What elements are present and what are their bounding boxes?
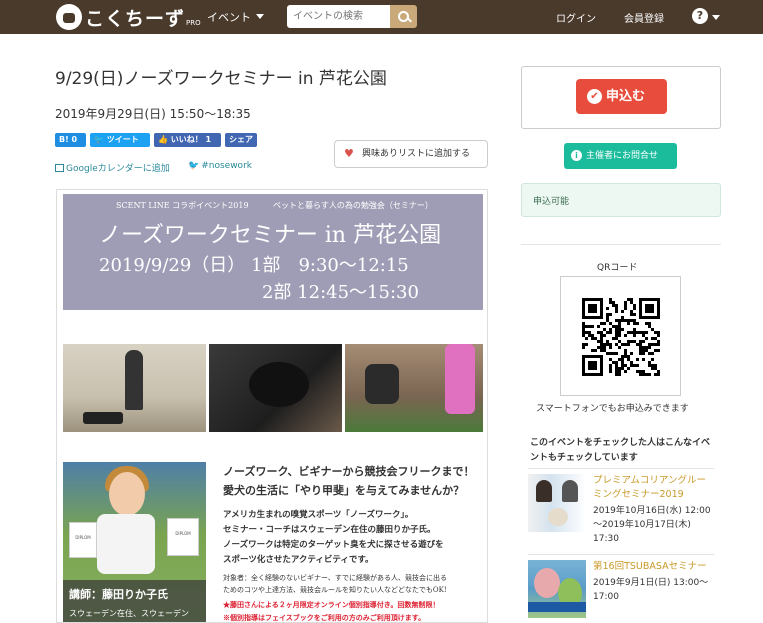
poster-banner: SCENT LINE コラボイベント2019 ペットと暮らす人の為の勉強会（セミ… — [63, 194, 483, 331]
qr-code-label: QRコード — [597, 263, 638, 273]
facebook-share-button[interactable]: シェア — [225, 133, 257, 147]
poster-header-right: ペットと暮らす人の為の勉強会（セミナー） — [273, 201, 433, 210]
gcal-label: Googleカレンダーに追加 — [66, 164, 170, 174]
register-link[interactable]: 会員登録 — [624, 10, 664, 25]
poster-speaker-photo: DIPLOM DIPLOM 講師：藤田りか子氏 スウェーデン在住、スウェーデン — [63, 462, 206, 622]
poster-note-1: 対象者：全く経験のないビギナー、すでに経験がある人、競技会に出る — [223, 574, 447, 582]
site-logo[interactable]: こくちーず PRO — [56, 3, 201, 31]
recommendation-date: 2019年10月16日(水) 12:00～2019年10月17日(木) 17:3… — [593, 506, 711, 544]
qr-code — [560, 276, 681, 396]
hashtag-link[interactable]: 🐦 #nosework — [188, 161, 252, 171]
recommendation-thumbnail[interactable] — [528, 474, 586, 532]
diploma-right: DIPLOM — [167, 518, 199, 556]
speaker-nameplate: 講師：藤田りか子氏 スウェーデン在住、スウェーデン — [63, 580, 206, 622]
event-datetime: 2019年9月29日(日) 15:50～18:35 — [55, 107, 251, 121]
recommendation-date: 2019年9月1日(日) 13:00～17:00 — [593, 578, 709, 602]
social-share-bar: B! 0 🐦 ツイート 👍 いいね！ 1 シェア — [55, 133, 257, 147]
login-link[interactable]: ログイン — [556, 10, 596, 25]
logo-pro-suffix: PRO — [186, 19, 201, 27]
poster-session-1: 2019/9/29（日） 1部 9:30〜12:15 — [99, 255, 409, 276]
recommendations-divider — [528, 554, 714, 555]
recommendation-thumbnail[interactable] — [528, 560, 586, 618]
recommendation-item[interactable]: 第16回TSUBASAセミナー 2019年9月1日(日) 13:00～17:00 — [528, 560, 714, 623]
poster-body-2: セミナー・コーチはスウェーデン在住の藤田りか子氏。 — [223, 525, 436, 535]
top-navigation-bar: こくちーず PRO イベント ログイン 会員登録 ? — [0, 0, 763, 34]
recommendation-title[interactable]: 第16回TSUBASAセミナー — [593, 560, 715, 574]
poster-body-3: ノーズワークは特定のターゲット臭を犬に探させる遊びを — [223, 540, 444, 550]
poster-session-3: 3部 15:50〜18:35 — [262, 310, 419, 331]
twitter-icon: 🐦 — [188, 161, 200, 171]
event-title: 9/29(日)ノーズワークセミナー in 芦花公園 — [55, 69, 387, 89]
nav-event-label: イベント — [207, 11, 251, 24]
tweet-label: ツイート — [106, 135, 139, 144]
poster-photo-handler — [63, 344, 206, 432]
contact-organizer-button[interactable]: i 主催者にお問合せ — [564, 143, 677, 169]
poster-body-1: アメリカ生まれの嗅覚スポーツ「ノーズワーク」。 — [223, 510, 414, 520]
apply-panel: ✔ 申込む — [521, 66, 721, 129]
add-to-wishlist-button[interactable]: ♥ 興味ありリストに追加する — [334, 140, 488, 168]
heart-icon: ♥ — [344, 147, 354, 160]
poster-red-note-1: ★藤田さんによる２ヶ月限定オンライン個別指導付き。回数無制限！ — [223, 600, 440, 609]
check-circle-icon: ✔ — [587, 89, 602, 104]
hatena-bookmark-button[interactable]: B! 0 — [55, 133, 86, 147]
poster-session-2: 2部 12:45〜15:30 — [262, 282, 419, 303]
recommendation-item[interactable]: プレミアムコリアングルーミングセミナー2019 2019年10月16日(水) 1… — [528, 474, 714, 554]
google-calendar-link[interactable]: Googleカレンダーに追加 — [55, 161, 170, 174]
search-input[interactable] — [287, 5, 390, 28]
search-button[interactable] — [390, 5, 417, 28]
facebook-like-button[interactable]: 👍 いいね！ 1 — [154, 133, 221, 147]
status-badge: 申込可能 — [521, 183, 721, 217]
chevron-down-icon[interactable] — [712, 15, 720, 20]
poster-photo-dog-closeup — [209, 344, 342, 432]
poster-red-note-2: ※個別指導はフェイスブックをご利用の方のみご利用頂けます。 — [223, 613, 426, 622]
qr-caption: スマートフォンでもお申込みできます — [536, 404, 689, 414]
tweet-button[interactable]: 🐦 ツイート — [90, 133, 150, 147]
recommendation-title[interactable]: プレミアムコリアングルーミングセミナー2019 — [593, 474, 715, 502]
poster-header-left: SCENT LINE コラボイベント2019 — [116, 201, 249, 210]
diploma-left: DIPLOM — [69, 522, 97, 558]
contact-label: 主催者にお問合せ — [586, 151, 659, 161]
poster-title: ノーズワークセミナー in 芦花公園 — [99, 223, 442, 248]
poster-photo-dog-search — [345, 344, 483, 432]
qr-code-image — [582, 298, 660, 376]
poster-note-2: ためのコツや上達方法、競技会ルールを知りたい人などどなたでもOK! — [223, 586, 447, 594]
mascot-icon — [56, 4, 82, 30]
help-icon[interactable]: ? — [692, 8, 708, 24]
poster-headline-1: ノーズワーク、ビギナーから競技会フリークまで！ — [223, 465, 475, 478]
nav-event-menu[interactable]: イベント — [207, 9, 264, 25]
speaker-subtitle: スウェーデン在住、スウェーデン — [69, 609, 189, 618]
recommendations-heading: このイベントをチェックした人はこんなイベントもチェックしています — [530, 438, 711, 463]
poster-headline-2: 愛犬の生活に「やり甲斐」を与えてみませんか？ — [223, 484, 465, 497]
event-poster: SCENT LINE コラボイベント2019 ペットと暮らす人の為の勉強会（セミ… — [56, 189, 488, 623]
speaker-name: 講師：藤田りか子氏 — [69, 588, 168, 601]
wishlist-label: 興味ありリストに追加する — [362, 149, 471, 159]
recommendations-divider — [528, 468, 714, 469]
logo-text: こくちーず — [85, 7, 186, 30]
hashtag-label: #nosework — [201, 161, 252, 171]
event-search — [287, 5, 417, 28]
apply-button[interactable]: ✔ 申込む — [576, 79, 667, 114]
poster-body-4: スポーツ化させたアクティビティです。 — [223, 555, 374, 565]
sidebar-divider — [521, 244, 721, 245]
apply-label: 申込む — [606, 89, 646, 104]
like-label: いいね！ 1 — [170, 135, 212, 144]
chevron-down-icon — [256, 14, 264, 19]
info-icon: i — [571, 150, 582, 161]
calendar-icon — [55, 164, 64, 172]
